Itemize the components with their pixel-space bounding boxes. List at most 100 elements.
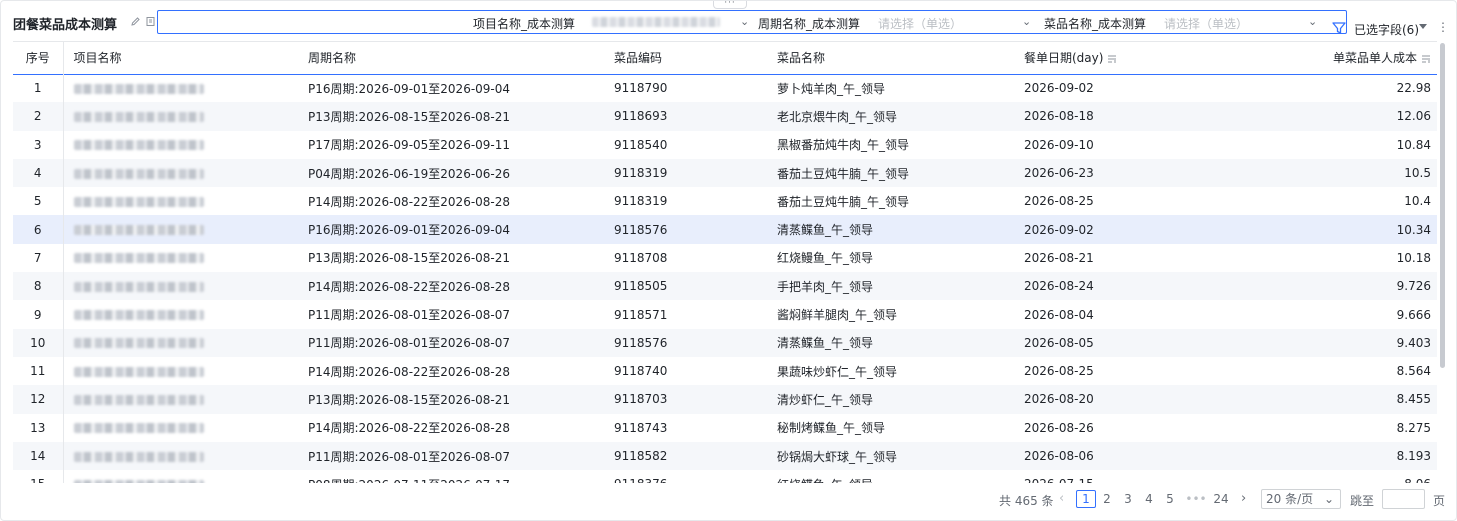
table-row[interactable]: 10 P11周期:2026-08-01至2026-08-07 9118576 清蒸鲽鱼…	[13, 328, 1437, 357]
page-size-select[interactable]: 20 条/页 ⌄	[1261, 489, 1341, 509]
table-row[interactable]: 11 P14周期:2026-08-22至2026-08-28 9118740 果蔬味炒…	[13, 356, 1437, 386]
page-last-button[interactable]: 24	[1211, 490, 1231, 508]
table-row[interactable]: 9 P11周期:2026-08-01至2026-08-07 9118571 酱焖鲜羊腿…	[13, 300, 1437, 329]
cell-index: 6	[13, 215, 64, 244]
cell-index: 7	[13, 243, 64, 273]
cell-index: 1	[13, 74, 64, 103]
col-header-dish-name[interactable]: 菜品名称	[777, 42, 1024, 74]
cell-dish-code: 9118708	[614, 250, 668, 265]
cell-project-name	[63, 300, 308, 328]
cell-meal-date: 2026-09-10	[1024, 137, 1094, 152]
redacted-project-name	[73, 366, 204, 377]
table-row[interactable]: 14 P11周期:2026-08-01至2026-08-07 9118582 砂锅焗大…	[13, 441, 1437, 471]
cell-index: 11	[13, 356, 64, 386]
page-4-button[interactable]: 4	[1139, 490, 1159, 508]
table-row[interactable]: 3 P17周期:2026-09-05至2026-09-11 9118540 黑椒番茄炖…	[13, 130, 1437, 159]
drag-handle[interactable]: ···	[713, 0, 747, 9]
cell-index: 4	[13, 158, 64, 188]
cell-period: P14周期:2026-08-22至2026-08-28	[308, 279, 511, 294]
col-header-meal-date[interactable]: 餐单日期(day)	[1024, 42, 1264, 74]
table-row[interactable]: 2 P13周期:2026-08-15至2026-08-21 9118693 老北京煨牛…	[13, 102, 1437, 131]
table-row[interactable]: 7 P13周期:2026-08-15至2026-08-21 9118708 红烧鳗鱼_…	[13, 243, 1437, 273]
page-3-button[interactable]: 3	[1118, 490, 1138, 508]
chevron-down-icon[interactable]: ⌄	[1022, 15, 1031, 28]
table-row[interactable]: 12 P13周期:2026-08-15至2026-08-21 9118703 清炒虾仁…	[13, 385, 1437, 414]
redacted-project-name	[73, 451, 204, 462]
page-5-button[interactable]: 5	[1160, 490, 1180, 508]
page-1-button[interactable]: 1	[1076, 490, 1096, 508]
cell-unit-cost: 8.564	[1396, 364, 1431, 379]
cell-project-name	[63, 159, 308, 187]
cell-project-name	[63, 102, 308, 130]
filter-label-period: 周期名称_成本测算	[758, 17, 861, 31]
cell-dish-name: 酱焖鲜羊腿肉_午_领导	[777, 308, 898, 323]
filter-label-dish: 菜品名称_成本测算	[1044, 17, 1147, 31]
cell-dish-code: 9118576	[614, 335, 668, 350]
cell-dish-code: 9118576	[614, 222, 668, 237]
cell-period: P11周期:2026-08-01至2026-08-07	[308, 336, 511, 351]
copy-icon[interactable]	[144, 16, 156, 28]
cell-dish-code: 9118693	[614, 109, 668, 124]
col-header-project[interactable]: 项目名称	[63, 42, 308, 74]
more-vertical-icon[interactable]: ⋮	[1437, 21, 1449, 33]
table-row[interactable]: 6 P16周期:2026-09-01至2026-09-04 9118576 清蒸鲽鱼_…	[13, 215, 1437, 244]
table-row[interactable]: 5 P14周期:2026-08-22至2026-08-28 9118319 番茄土豆炖…	[13, 187, 1437, 216]
page-2-button[interactable]: 2	[1097, 490, 1117, 508]
cell-unit-cost: 12.06	[1396, 109, 1431, 124]
cell-project-name	[63, 414, 308, 442]
sort-desc-icon[interactable]	[1421, 54, 1431, 64]
cell-dish-code: 9118376	[614, 470, 777, 483]
chevron-down-icon: ⌄	[1323, 492, 1334, 506]
cell-index: 9	[13, 300, 64, 329]
cell-dish-name: 秘制烤鲽鱼_午_领导	[777, 421, 886, 436]
cell-dish-code: 9118703	[614, 392, 668, 407]
col-header-period[interactable]: 周期名称	[308, 42, 614, 74]
cell-project-name	[63, 131, 308, 159]
col-header-unit-cost[interactable]: 单菜品单人成本	[1264, 42, 1437, 74]
edit-icon[interactable]	[129, 16, 141, 28]
selected-fields-button[interactable]: 已选字段(6)	[1354, 21, 1419, 38]
cell-meal-date: 2026-08-06	[1024, 449, 1094, 463]
cell-project-name	[63, 244, 308, 272]
table-row[interactable]: 1 P16周期:2026-09-01至2026-09-04 9118790 萝卜炖羊肉…	[13, 74, 1437, 103]
col-header-index[interactable]: 序号	[13, 42, 64, 74]
cell-unit-cost: 10.84	[1396, 137, 1431, 152]
redacted-project-name	[73, 83, 204, 94]
caret-down-icon[interactable]	[1419, 24, 1427, 29]
cell-index: 13	[13, 413, 64, 442]
next-page-icon[interactable]: ›	[1241, 491, 1246, 506]
col-header-dish-code[interactable]: 菜品编码	[614, 42, 777, 74]
redacted-project-name	[73, 253, 204, 264]
table-row[interactable]: 8 P14周期:2026-08-22至2026-08-28 9118505 手把羊肉_…	[13, 272, 1437, 301]
cell-period: P14周期:2026-08-22至2026-08-28	[308, 194, 511, 209]
cell-dish-name: 手把羊肉_午_领导	[777, 279, 874, 294]
table-row[interactable]: 15 P08周期:2026-07-11至2026-07-179118376红烧鲽鱼…	[13, 470, 1437, 483]
redacted-project-name	[73, 338, 204, 349]
prev-page-icon[interactable]: ‹	[1059, 491, 1064, 506]
chevron-down-icon[interactable]: ⌄	[740, 15, 749, 28]
filter-icon[interactable]	[1331, 20, 1347, 36]
jump-page-input[interactable]	[1382, 489, 1425, 509]
cell-project-name	[63, 470, 308, 483]
redacted-project-name	[73, 225, 204, 236]
filter-select-dish[interactable]: 请选择（单选）	[1164, 15, 1248, 32]
table-row[interactable]: 4 P04周期:2026-06-19至2026-06-26 9118319 番茄土豆炖…	[13, 158, 1437, 188]
jump-label: 跳至	[1350, 494, 1375, 508]
cell-dish-code: 9118740	[614, 364, 668, 379]
cell-dish-code: 9118790	[614, 81, 668, 96]
filter-select-period[interactable]: 请选择（单选）	[878, 15, 962, 32]
redacted-project-name	[73, 310, 204, 321]
filter-value-project[interactable]	[592, 17, 720, 27]
vertical-scrollbar[interactable]	[1440, 43, 1445, 368]
cell-project-name	[63, 187, 308, 215]
cell-meal-date: 2026-08-05	[1024, 335, 1094, 350]
page-ellipsis[interactable]: •••	[1183, 490, 1209, 508]
chevron-down-icon[interactable]: ⌄	[1308, 15, 1317, 28]
sort-icon[interactable]	[1107, 54, 1117, 64]
redacted-project-name	[73, 281, 204, 292]
cell-project-name	[63, 329, 308, 357]
cell-dish-name: 清蒸鲽鱼_午_领导	[777, 223, 874, 238]
filter-label-project: 项目名称_成本测算	[473, 17, 576, 31]
cell-period: P13周期:2026-08-15至2026-08-21	[308, 251, 511, 266]
table-row[interactable]: 13 P14周期:2026-08-22至2026-08-28 9118743 秘制烤鲽…	[13, 413, 1437, 442]
